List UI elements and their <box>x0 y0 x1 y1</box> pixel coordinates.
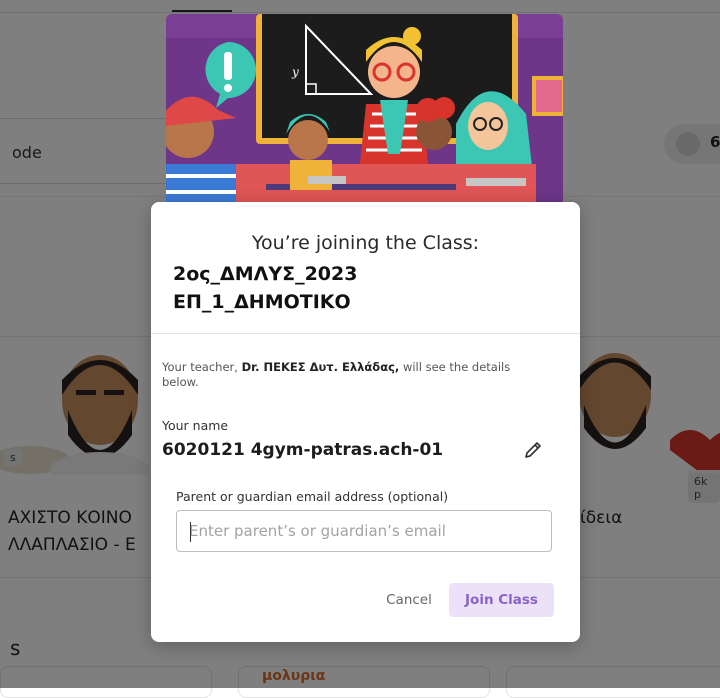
class-name: 2ος_ΔΜΛΥΣ_2023 ΕΠ_1_ΔΗΜΟΤΙΚΟ <box>173 260 553 316</box>
teacher-name: Dr. ΠΕΚΕΣ Δυτ. Ελλάδας, <box>241 360 400 374</box>
class-name-line-2: ΕΠ_1_ΔΗΜΟΤΙΚΟ <box>173 291 351 313</box>
teacher-note: Your teacher, Dr. ΠΕΚΕΣ Δυτ. Ελλάδας, wi… <box>162 360 542 390</box>
teacher-note-prefix: Your teacher, <box>162 360 242 374</box>
edit-name-button[interactable] <box>521 438 545 462</box>
svg-text:y: y <box>291 65 299 79</box>
class-name-line-1: 2ος_ΔΜΛΥΣ_2023 <box>173 263 358 285</box>
text-caret <box>190 522 191 542</box>
your-name-label: Your name <box>162 418 229 433</box>
cancel-button[interactable]: Cancel <box>377 583 441 617</box>
modal-heading: You’re joining the Class: <box>251 232 480 254</box>
your-name-value: 6020121 4gym-patras.ach-01 <box>162 440 444 460</box>
guardian-email-input[interactable] <box>176 510 552 552</box>
classroom-illustration: y <box>166 14 563 216</box>
modal-divider <box>151 333 580 334</box>
pencil-icon <box>525 442 541 458</box>
join-class-modal: You’re joining the Class: 2ος_ΔΜΛΥΣ_2023… <box>151 202 580 642</box>
join-class-button[interactable]: Join Class <box>449 583 554 617</box>
guardian-email-label: Parent or guardian email address (option… <box>176 489 449 504</box>
